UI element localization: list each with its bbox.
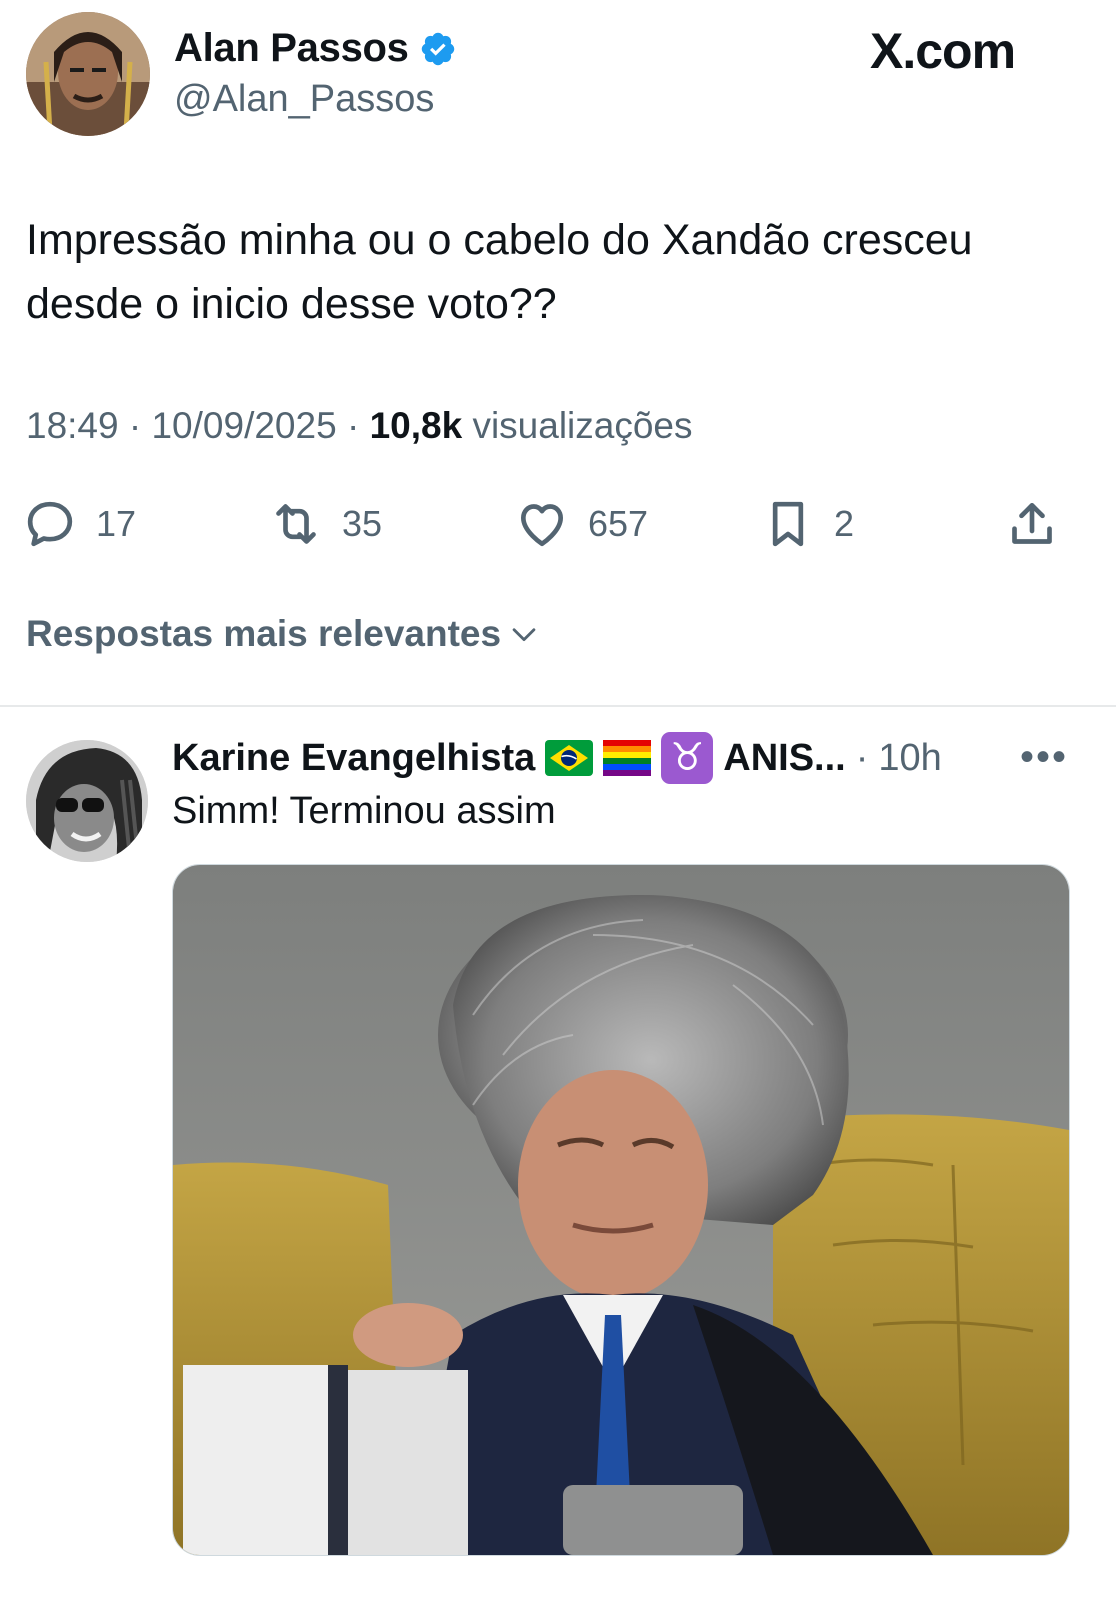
- views-label: visualizações: [472, 405, 693, 446]
- repost-count: 35: [342, 503, 383, 544]
- repost-icon: [276, 504, 316, 544]
- tweet-date[interactable]: 10/09/2025: [151, 405, 336, 446]
- author-name[interactable]: Alan Passos: [174, 26, 409, 71]
- divider: [0, 705, 1116, 707]
- meta-separator: ·: [346, 405, 370, 446]
- author-name-row[interactable]: Alan Passos: [174, 26, 457, 71]
- tweet-time[interactable]: 18:49: [26, 405, 119, 446]
- repost-button[interactable]: 35: [268, 496, 382, 552]
- brand-watermark: X.com: [870, 23, 1016, 79]
- author-handle[interactable]: @Alan_Passos: [174, 78, 434, 121]
- bookmark-button[interactable]: 2: [760, 496, 854, 552]
- brazil-flag-icon: [545, 740, 594, 776]
- reply-button[interactable]: 17: [22, 496, 136, 552]
- sort-label: Respostas mais relevantes: [26, 613, 502, 654]
- reply-author-avatar[interactable]: [26, 740, 148, 862]
- reply-header: Karine Evangelhista ♉ ANIS... · 10h: [172, 730, 942, 786]
- verified-badge-icon: [419, 30, 457, 68]
- tweet-text: Impressão minha ou o cabelo do Xandão cr…: [26, 216, 973, 328]
- like-button[interactable]: 657: [514, 496, 648, 552]
- author-avatar[interactable]: [26, 12, 150, 136]
- reply-icon: [27, 501, 73, 547]
- views-count: 10,8k: [369, 405, 463, 446]
- taurus-icon: ♉: [661, 732, 714, 784]
- more-options-button[interactable]: •••: [1020, 735, 1068, 780]
- tweet-meta: 18:49 · 10/09/2025 · 10,8k visualizações: [26, 405, 693, 447]
- reply-media-image[interactable]: [172, 864, 1070, 1556]
- pride-flag-icon: [603, 740, 652, 776]
- meta-separator: ·: [855, 736, 869, 779]
- reply-count: 17: [96, 503, 137, 544]
- replies-sort-dropdown[interactable]: Respostas mais relevantes: [26, 613, 541, 655]
- share-icon: [1012, 503, 1052, 544]
- reply-time[interactable]: 10h: [878, 737, 941, 780]
- meta-separator: ·: [128, 405, 152, 446]
- reply-text: Simm! Terminou assim: [172, 790, 556, 832]
- reply-author-name[interactable]: Karine Evangelhista: [172, 737, 535, 780]
- share-button[interactable]: [1004, 496, 1060, 552]
- heart-icon: [521, 504, 563, 547]
- bookmark-icon: [772, 501, 804, 547]
- reply-author-name-suffix[interactable]: ANIS...: [723, 737, 845, 780]
- chevron-down-icon: [512, 628, 536, 642]
- bookmark-count: 2: [834, 503, 855, 544]
- like-count: 657: [588, 503, 649, 544]
